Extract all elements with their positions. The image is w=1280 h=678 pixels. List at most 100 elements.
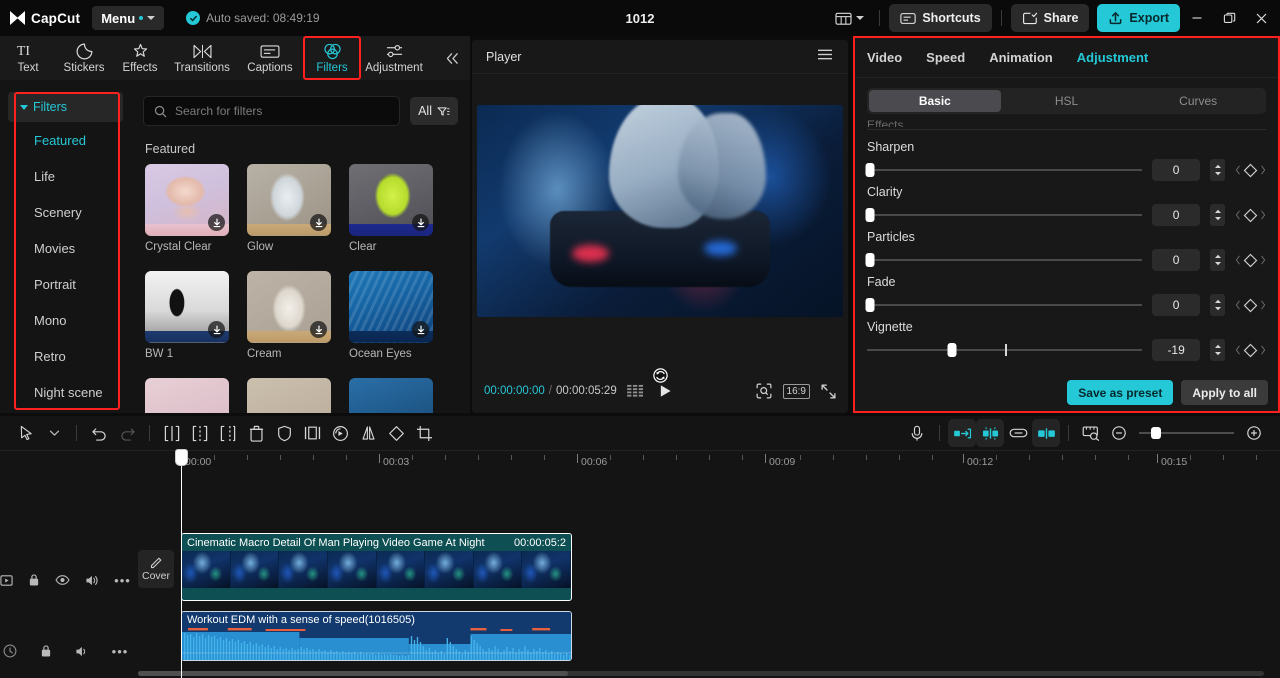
download-icon[interactable]: [412, 321, 429, 338]
menu-button[interactable]: Menu: [92, 6, 165, 30]
sharpen-slider[interactable]: [865, 163, 1143, 177]
video-clip[interactable]: Cinematic Macro Detail Of Man Playing Vi…: [181, 533, 572, 601]
volume-icon[interactable]: [75, 645, 89, 658]
crop-button[interactable]: [410, 419, 438, 447]
player-menu-button[interactable]: [816, 48, 834, 66]
particles-keyframe-control[interactable]: [1235, 253, 1266, 268]
timeline-scrollbar-thumb[interactable]: [138, 671, 568, 676]
clarity-value[interactable]: 0: [1152, 204, 1201, 226]
filter-card-crystal-clear[interactable]: Crystal Clear: [145, 164, 229, 253]
category-header-filters[interactable]: Filters: [8, 92, 123, 122]
layout-button[interactable]: [829, 5, 870, 31]
segment-basic[interactable]: Basic: [869, 90, 1001, 112]
vignette-slider[interactable]: [867, 343, 1143, 357]
timeline-scrollbar[interactable]: [138, 671, 1264, 676]
category-item-life[interactable]: Life: [0, 158, 131, 194]
clarity-slider[interactable]: [865, 208, 1143, 222]
tab-stickers[interactable]: Stickers: [56, 37, 112, 79]
filter-card-glow[interactable]: Glow: [247, 164, 331, 253]
sharpen-value[interactable]: 0: [1152, 159, 1201, 181]
particles-value[interactable]: 0: [1152, 249, 1201, 271]
category-item-night-scene[interactable]: Night scene: [0, 374, 131, 410]
apply-to-all-button[interactable]: Apply to all: [1181, 380, 1268, 405]
slider-knob[interactable]: [865, 163, 875, 177]
split-right-button[interactable]: [214, 419, 242, 447]
shortcuts-button[interactable]: Shortcuts: [889, 4, 992, 32]
cover-button[interactable]: Cover: [138, 550, 174, 588]
tab-speed[interactable]: Speed: [926, 50, 965, 65]
video-frame[interactable]: [477, 105, 843, 317]
category-item-retro[interactable]: Retro: [0, 338, 131, 374]
playhead[interactable]: [175, 449, 188, 678]
more-icon[interactable]: •••: [114, 573, 131, 588]
fade-stepper[interactable]: [1210, 294, 1225, 316]
record-voiceover-button[interactable]: [903, 419, 931, 447]
filter-card-row3-c[interactable]: [349, 378, 433, 413]
aspect-ratio-button[interactable]: 16:9: [782, 383, 810, 399]
category-item-mono[interactable]: Mono: [0, 302, 131, 338]
mask-button[interactable]: [270, 419, 298, 447]
frames-button[interactable]: [626, 384, 645, 398]
audio-clip[interactable]: Workout EDM with a sense of speed(101650…: [181, 611, 572, 661]
rotate-clip-button[interactable]: [382, 419, 410, 447]
timeline-zoom-slider[interactable]: [1139, 426, 1234, 440]
slider-knob[interactable]: [865, 253, 875, 267]
tab-text[interactable]: TI Text: [0, 37, 56, 79]
filter-card-bw-1[interactable]: BW 1: [145, 271, 229, 360]
download-icon[interactable]: [208, 321, 225, 338]
clarity-keyframe-control[interactable]: [1235, 208, 1266, 223]
fade-keyframe-control[interactable]: [1235, 298, 1266, 313]
lock-icon[interactable]: [28, 573, 40, 587]
vignette-value[interactable]: -19: [1152, 339, 1201, 361]
tab-adjustment[interactable]: Adjustment: [1077, 50, 1149, 65]
crop-preview-button[interactable]: [756, 383, 772, 399]
category-item-scenery[interactable]: Scenery: [0, 194, 131, 230]
vignette-keyframe-control[interactable]: [1235, 343, 1266, 358]
tool-dropdown-button[interactable]: [40, 419, 68, 447]
reverse-button[interactable]: [326, 419, 354, 447]
fade-slider[interactable]: [865, 298, 1143, 312]
download-icon[interactable]: [310, 321, 327, 338]
search-input[interactable]: [175, 104, 390, 118]
fade-value[interactable]: 0: [1152, 294, 1201, 316]
mirror-button[interactable]: [354, 419, 382, 447]
mute-video-icon[interactable]: [0, 574, 13, 587]
eye-icon[interactable]: [55, 574, 70, 586]
preview-ruler-button[interactable]: [1077, 419, 1105, 447]
current-time[interactable]: 00:00:00:00: [484, 385, 545, 397]
download-icon[interactable]: [412, 214, 429, 231]
export-button[interactable]: Export: [1097, 4, 1180, 32]
volume-icon[interactable]: [85, 574, 99, 587]
category-item-featured[interactable]: Featured: [0, 122, 131, 158]
slider-knob[interactable]: [865, 208, 875, 222]
tab-transitions[interactable]: Transitions: [168, 37, 236, 79]
undo-button[interactable]: [85, 419, 113, 447]
split-button[interactable]: [158, 419, 186, 447]
filter-card-cream[interactable]: Cream: [247, 271, 331, 360]
vignette-stepper[interactable]: [1210, 339, 1225, 361]
redo-button[interactable]: [113, 419, 141, 447]
filter-card-row3-b[interactable]: [247, 378, 331, 413]
select-tool-button[interactable]: [12, 419, 40, 447]
auto-cut-button[interactable]: [948, 419, 976, 447]
zoom-slider-knob[interactable]: [1151, 427, 1161, 439]
link-button[interactable]: [1004, 419, 1032, 447]
close-button[interactable]: [1246, 3, 1276, 33]
share-button[interactable]: Share: [1010, 4, 1090, 32]
tab-captions[interactable]: Captions: [236, 37, 304, 79]
download-icon[interactable]: [310, 214, 327, 231]
maximize-button[interactable]: [1214, 3, 1244, 33]
filter-card-ocean-eyes[interactable]: Ocean Eyes: [349, 271, 433, 360]
segment-hsl[interactable]: HSL: [1001, 90, 1133, 112]
filter-card-clear[interactable]: Clear: [349, 164, 433, 253]
tab-filters[interactable]: Filters: [303, 36, 361, 80]
minimize-button[interactable]: [1182, 3, 1212, 33]
tab-animation[interactable]: Animation: [989, 50, 1053, 65]
filter-all-button[interactable]: All: [410, 97, 458, 125]
particles-stepper[interactable]: [1210, 249, 1225, 271]
category-item-portrait[interactable]: Portrait: [0, 266, 131, 302]
lock-icon[interactable]: [40, 644, 52, 658]
category-item-movies[interactable]: Movies: [0, 230, 131, 266]
particles-slider[interactable]: [865, 253, 1143, 267]
more-icon[interactable]: •••: [112, 644, 129, 659]
